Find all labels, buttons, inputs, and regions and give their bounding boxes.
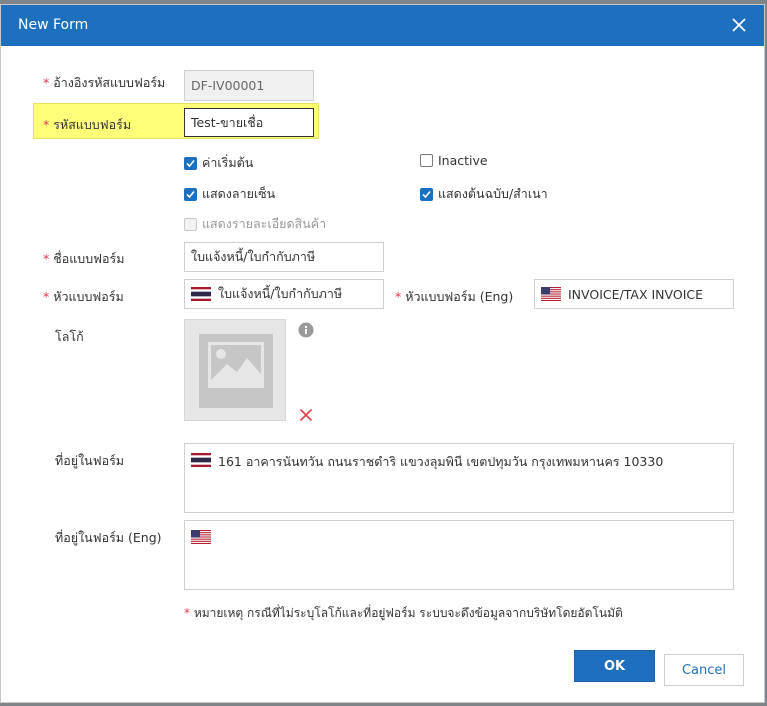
new-form-dialog: New Form * อ้างอิงรหัสแบบฟอร์ม DF-IV0000… [0,4,765,703]
address-en-textarea[interactable] [184,520,734,590]
note-text: * หมายเหตุ กรณีที่ไม่ระบุโลโก้และที่อยู่… [184,606,623,620]
header-th-input[interactable]: ใบแจ้งหนี้/ใบกำกับภาษี [184,279,384,309]
thailand-flag-icon [191,453,211,467]
ref-code-label: * อ้างอิงรหัสแบบฟอร์ม [43,75,166,90]
dialog-title: New Form [18,17,89,33]
checkbox-checked-icon[interactable] [184,187,197,201]
address-th-textarea[interactable]: 161 อาคารนันทวัน ถนนราชดำริ แขวงลุมพินี … [184,443,734,513]
checkbox-default[interactable]: ค่าเริ่มต้น [184,153,253,173]
header-en-label: * หัวแบบฟอร์ม (Eng) [395,289,514,304]
close-icon[interactable] [727,13,751,37]
address-th-label: ที่อยู่ในฟอร์ม [55,453,125,468]
header-en-input[interactable]: INVOICE/TAX INVOICE [534,279,734,309]
image-placeholder-icon [199,334,273,408]
checkbox-disabled-icon [184,217,197,231]
checkbox-inactive[interactable]: Inactive [420,153,488,168]
logo-label: โลโก้ [55,329,84,344]
form-name-label: * ชื่อแบบฟอร์ม [43,251,125,266]
ref-code-field: DF-IV00001 [184,70,314,101]
form-name-input[interactable]: ใบแจ้งหนี้/ใบกำกับภาษี [184,242,384,272]
header-th-value: ใบแจ้งหนี้/ใบกำกับภาษี [218,286,343,301]
header-en-value: INVOICE/TAX INVOICE [568,286,704,302]
checkbox-checked-icon[interactable] [184,156,197,170]
address-th-value: 161 อาคารนันทวัน ถนนราชดำริ แขวงลุมพินี … [218,454,664,469]
header-th-label: * หัวแบบฟอร์ม [43,289,124,304]
checkbox-show-product-detail[interactable]: แสดงรายละเอียดสินค้า [184,214,326,234]
info-icon[interactable] [298,322,314,342]
logo-upload[interactable] [184,319,286,421]
checkbox-show-original-copy[interactable]: แสดงต้นฉบับ/สำเนา [420,184,548,204]
form-code-label: * รหัสแบบฟอร์ม [43,117,132,132]
usa-flag-icon [541,287,561,301]
checkbox-unchecked-icon[interactable] [420,154,433,167]
thailand-flag-icon [191,287,211,301]
address-en-label: ที่อยู่ในฟอร์ม (Eng) [55,530,162,545]
cancel-button[interactable]: Cancel [664,654,744,686]
checkbox-show-signature[interactable]: แสดงลายเซ็น [184,184,275,204]
checkbox-checked-icon[interactable] [420,187,433,201]
form-code-input[interactable]: Test-ขายเชื่อ [184,108,314,137]
ok-button[interactable]: OK [574,650,655,682]
remove-logo-icon[interactable] [299,408,313,426]
usa-flag-icon [191,530,211,544]
dialog-titlebar: New Form [1,5,764,46]
